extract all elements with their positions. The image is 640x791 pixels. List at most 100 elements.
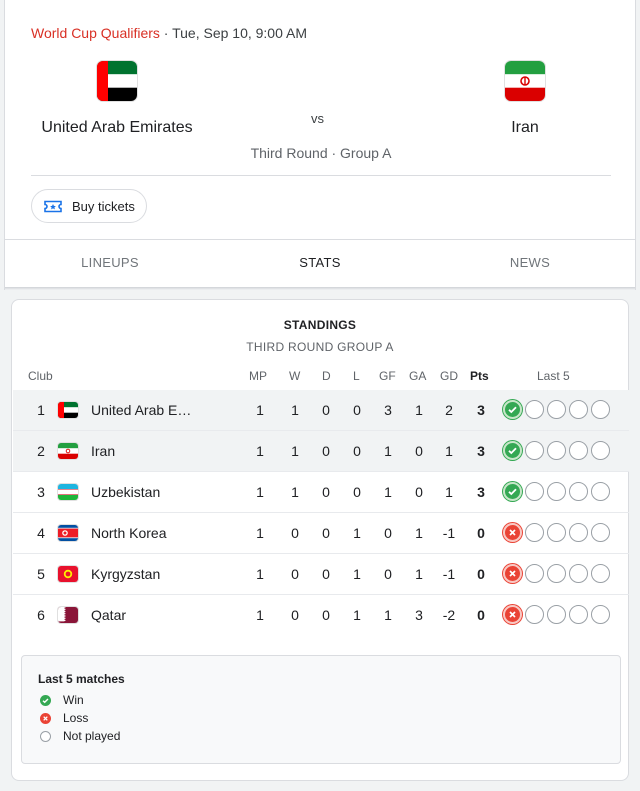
position: 5 (37, 566, 45, 582)
not-played-icon (591, 564, 610, 583)
gd-value: -2 (442, 607, 456, 623)
buy-tickets-label: Buy tickets (72, 198, 135, 214)
not-played-icon (569, 605, 588, 624)
standings-subtitle[interactable]: THIRD ROUND GROUP A (12, 340, 628, 354)
last5-results (503, 441, 610, 460)
tab-news[interactable]: NEWS (425, 240, 635, 288)
last5-legend: Last 5 matches Win Loss Not played (21, 655, 621, 764)
team-name: North Korea (91, 525, 167, 541)
ga-value: 3 (415, 607, 423, 623)
not-played-icon (591, 441, 610, 460)
tab-stats[interactable]: STATS (215, 240, 425, 288)
pts-value: 0 (477, 566, 485, 582)
legend-title: Last 5 matches (38, 672, 125, 686)
ticket-icon (44, 200, 62, 212)
match-datetime: · Tue, Sep 10, 9:00 AM (159, 25, 307, 41)
w-value: 0 (291, 607, 299, 623)
position: 2 (37, 443, 45, 459)
legend-loss: Loss (40, 711, 88, 725)
col-gf: GF (379, 369, 396, 383)
uzbekistan-flag-icon (58, 484, 78, 500)
col-w: W (289, 369, 301, 383)
not-played-icon (525, 482, 544, 501)
ga-value: 1 (415, 566, 423, 582)
position: 6 (37, 607, 45, 623)
gf-value: 1 (384, 607, 392, 623)
tab-lineups[interactable]: LINEUPS (5, 240, 215, 288)
pts-value: 3 (477, 402, 485, 418)
d-value: 0 (322, 484, 330, 500)
not-played-icon (547, 564, 566, 583)
not-played-icon (40, 730, 51, 742)
kyrgyzstan-flag-icon (58, 566, 78, 582)
legend-not-played: Not played (40, 729, 120, 743)
legend-not-played-label: Not played (63, 729, 121, 743)
mp-value: 1 (256, 566, 264, 582)
mp-value: 1 (256, 484, 264, 500)
team-name: Qatar (91, 607, 127, 623)
gd-value: 1 (445, 484, 453, 500)
pts-value: 3 (477, 443, 485, 459)
gf-value: 3 (384, 402, 392, 418)
last5-results (503, 400, 610, 419)
d-value: 0 (322, 402, 330, 418)
table-row[interactable]: 4 North Korea 1 0 0 1 0 1 -1 0 (13, 513, 629, 554)
buy-tickets-button[interactable]: Buy tickets (31, 189, 147, 223)
win-icon (503, 441, 522, 460)
uae-flag-icon (97, 61, 137, 101)
not-played-icon (547, 605, 566, 624)
col-mp: MP (249, 369, 267, 383)
not-played-icon (569, 523, 588, 542)
not-played-icon (547, 441, 566, 460)
col-d: D (322, 369, 331, 383)
ga-value: 1 (415, 525, 423, 541)
north-korea-flag-icon (58, 525, 78, 541)
away-team[interactable]: Iran (475, 61, 575, 137)
loss-icon (503, 605, 522, 624)
l-value: 1 (353, 525, 361, 541)
table-row[interactable]: 1 United Arab E… 1 1 0 0 3 1 2 3 (13, 390, 629, 431)
gd-value: -1 (442, 525, 456, 541)
last5-results (503, 523, 610, 542)
uae-flag-icon (58, 402, 78, 418)
not-played-icon (591, 523, 610, 542)
iran-flag-icon (505, 61, 545, 101)
gf-value: 0 (384, 525, 392, 541)
not-played-icon (591, 482, 610, 501)
l-value: 1 (353, 607, 361, 623)
team-name: Kyrgyzstan (91, 566, 161, 582)
qatar-flag-icon (58, 607, 78, 623)
mp-value: 1 (256, 607, 264, 623)
win-icon (40, 694, 51, 706)
team-name: Uzbekistan (91, 484, 161, 500)
col-club: Club (28, 369, 53, 383)
d-value: 0 (322, 525, 330, 541)
iran-flag-icon (58, 443, 78, 459)
standings-title: STANDINGS (283, 318, 357, 332)
ga-value: 0 (415, 443, 423, 459)
table-row[interactable]: 6 Qatar 1 0 0 1 1 3 -2 0 (13, 595, 629, 636)
standings-card: STANDINGS THIRD ROUND GROUP A Club MP W … (11, 299, 629, 781)
l-value: 0 (353, 443, 361, 459)
legend-loss-label: Loss (63, 711, 89, 725)
table-row[interactable]: 2 Iran 1 1 0 0 1 0 1 3 (13, 431, 629, 472)
d-value: 0 (322, 566, 330, 582)
competition-link[interactable]: World Cup Qualifiers (31, 25, 160, 41)
table-row[interactable]: 3 Uzbekistan 1 1 0 0 1 0 1 3 (13, 472, 629, 513)
not-played-icon (547, 523, 566, 542)
match-card: World Cup Qualifiers · Tue, Sep 10, 9:00… (4, 0, 636, 290)
win-icon (503, 482, 522, 501)
w-value: 1 (291, 402, 299, 418)
team-name: Iran (91, 443, 116, 459)
tabs-shadow (5, 287, 635, 290)
divider (31, 175, 611, 176)
col-l: L (353, 369, 360, 383)
position: 1 (37, 402, 45, 418)
home-team[interactable]: United Arab Emirates (31, 61, 203, 137)
table-row[interactable]: 5 Kyrgyzstan 1 0 0 1 0 1 -1 0 (13, 554, 629, 595)
last5-results (503, 605, 610, 624)
gf-value: 1 (384, 443, 392, 459)
gf-value: 1 (384, 484, 392, 500)
col-pts: Pts (470, 369, 489, 383)
position: 4 (37, 525, 45, 541)
